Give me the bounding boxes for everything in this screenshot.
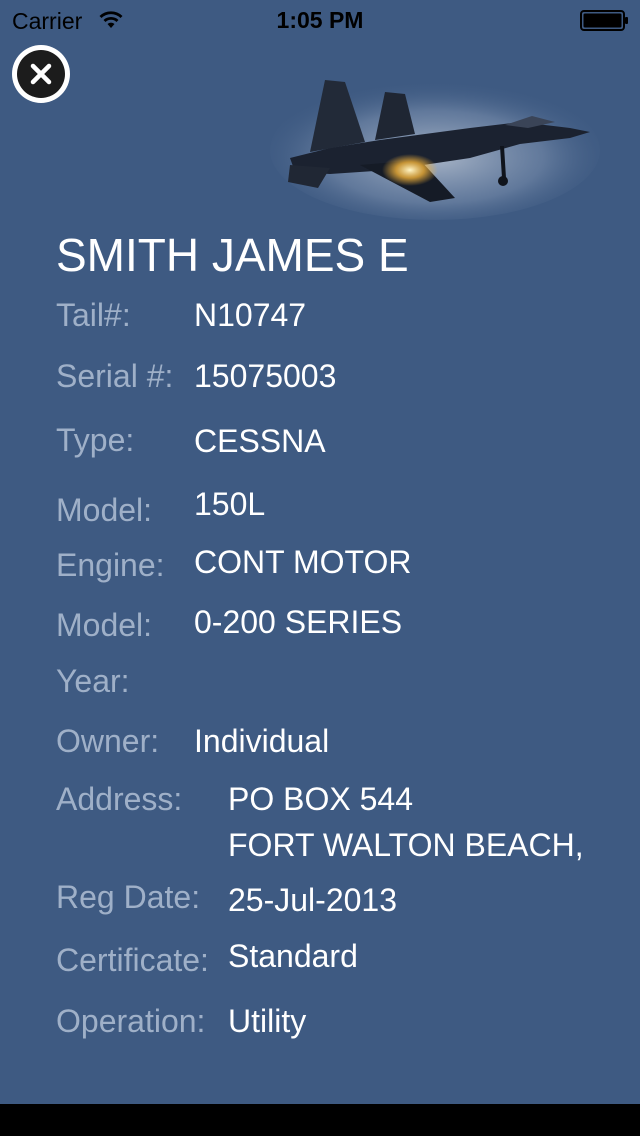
- field-tail: Tail#: N10747: [56, 292, 626, 336]
- field-value: CONT MOTOR: [194, 544, 412, 580]
- field-value: Utility: [228, 1003, 307, 1039]
- field-value: 0-200 SERIES: [194, 604, 403, 640]
- field-label: Type:: [56, 422, 135, 458]
- fighter-jet-image: [270, 80, 600, 220]
- field-value: PO BOX 544: [228, 781, 413, 817]
- battery-icon: [580, 10, 628, 31]
- field-label: Operation:: [56, 1003, 206, 1039]
- owner-name: SMITH JAMES E: [56, 229, 409, 281]
- field-label: Serial #:: [56, 358, 174, 394]
- field-label: Reg Date:: [56, 879, 201, 915]
- bottom-bar: [0, 1104, 640, 1136]
- field-label: Year:: [56, 663, 130, 699]
- field-operation: Operation: Utility: [56, 998, 626, 1042]
- field-serial: Serial #: 15075003: [56, 353, 626, 397]
- close-button[interactable]: [12, 45, 70, 103]
- field-label: Model:: [56, 492, 153, 528]
- field-owner: Owner: Individual: [56, 718, 626, 762]
- field-value: N10747: [194, 297, 307, 333]
- field-year: Year:: [56, 658, 626, 702]
- field-reg-date: Reg Date: 25-Jul-2013: [56, 874, 626, 918]
- field-label: Owner:: [56, 723, 160, 759]
- field-certificate: Certificate: Standard: [56, 935, 626, 979]
- field-value: Individual: [194, 723, 330, 759]
- field-label: Certificate:: [56, 942, 209, 978]
- field-type: Type: CESSNA: [56, 417, 626, 461]
- field-value: 15075003: [194, 358, 337, 394]
- close-icon: [30, 63, 52, 85]
- field-value: CESSNA: [194, 423, 326, 459]
- screen: Carrier 1:05 PM SMITH JAMES E Tail#: N10…: [0, 0, 640, 1104]
- field-value: 150L: [194, 486, 266, 522]
- field-label: Address:: [56, 781, 183, 817]
- field-value: 25-Jul-2013: [228, 882, 397, 918]
- field-engine-model: Model: 0-200 SERIES: [56, 600, 626, 644]
- field-value-line2: FORT WALTON BEACH,: [228, 827, 584, 863]
- field-label: Tail#:: [56, 297, 131, 333]
- field-label: Model:: [56, 607, 153, 643]
- field-value: Standard: [228, 938, 358, 974]
- status-time: 1:05 PM: [276, 7, 364, 33]
- field-address: Address: PO BOX 544 FORT WALTON BEACH,: [56, 776, 626, 868]
- field-model: Model: 150L: [56, 484, 626, 528]
- field-label: Engine:: [56, 547, 165, 583]
- status-bar: Carrier 1:05 PM: [0, 0, 640, 40]
- field-engine: Engine: CONT MOTOR: [56, 542, 626, 586]
